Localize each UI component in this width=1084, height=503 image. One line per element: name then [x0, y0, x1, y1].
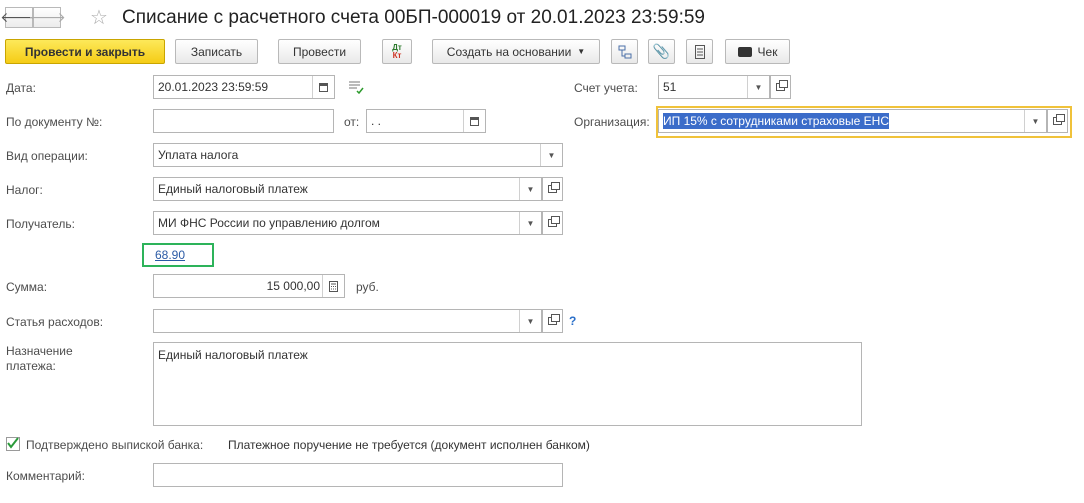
org-open-button[interactable] [1047, 109, 1068, 133]
dropdown-arrow-icon[interactable]: ▼ [540, 144, 562, 166]
doc-number-label: По документу №: [6, 115, 103, 129]
save-button[interactable]: Записать [175, 39, 258, 64]
list-button[interactable] [686, 39, 713, 64]
calculator-icon [329, 280, 338, 292]
list-icon [694, 44, 705, 59]
expense-label: Статья расходов: [6, 315, 104, 329]
account-label: Счет учета: [574, 81, 638, 95]
dropdown-arrow-icon[interactable]: ▼ [519, 310, 541, 332]
recipient-field[interactable]: МИ ФНС России по управлению долгом ▼ [153, 211, 542, 235]
structure-icon [618, 45, 631, 58]
sum-field[interactable]: 15 000,00 [153, 274, 345, 298]
account-open-button[interactable] [770, 75, 791, 99]
purpose-textarea[interactable]: Единый налоговый платеж [153, 342, 862, 426]
cash-register-icon [737, 46, 752, 57]
tax-label: Налог: [6, 183, 43, 197]
payment-order-note: Платежное поручение не требуется (докуме… [228, 438, 590, 452]
operation-field[interactable]: Уплата налога ▼ [153, 143, 563, 167]
dropdown-arrow-icon[interactable]: ▼ [1024, 110, 1046, 132]
confirmed-checkbox[interactable] [6, 437, 20, 451]
open-icon [1053, 114, 1065, 125]
calendar-icon [470, 116, 479, 126]
open-icon [548, 182, 560, 193]
purpose-label: Назначение платежа: [6, 344, 73, 373]
post-and-close-button[interactable]: Провести и закрыть [5, 39, 165, 64]
comment-field[interactable] [153, 463, 563, 487]
receipt-button[interactable]: Чек [725, 39, 790, 64]
currency-label: руб. [356, 280, 379, 294]
from-date-field[interactable]: . . [366, 109, 486, 133]
create-based-on-button[interactable]: Создать на основании ▼ [432, 39, 600, 64]
from-label: от: [344, 115, 360, 129]
calculator-button[interactable] [322, 275, 344, 297]
account-link[interactable]: 68.90 [155, 248, 185, 262]
org-value: ИП 15% с сотрудниками страховые ЕНС [663, 113, 889, 129]
forward-button[interactable]: 🡒 [28, 7, 66, 28]
calendar-button[interactable] [312, 76, 334, 98]
calendar-button[interactable] [463, 110, 485, 132]
account-field[interactable]: 51 ▼ [658, 75, 770, 99]
expense-open-button[interactable] [542, 309, 563, 333]
structure-button[interactable] [611, 39, 638, 64]
recipient-label: Получатель: [6, 217, 75, 231]
help-icon[interactable]: ? [569, 314, 576, 328]
open-icon [776, 80, 788, 91]
arrow-right-icon: 🡒 [28, 9, 66, 25]
date-label: Дата: [6, 81, 36, 95]
dt-kt-button[interactable]: Дт Кт [382, 39, 412, 64]
tax-open-button[interactable] [542, 177, 563, 201]
post-button[interactable]: Провести [278, 39, 361, 64]
paperclip-icon: 📎 [652, 43, 671, 59]
confirmed-label: Подтверждено выпиской банка: [26, 438, 204, 452]
operation-label: Вид операции: [6, 149, 88, 163]
recipient-open-button[interactable] [542, 211, 563, 235]
org-label: Организация: [574, 115, 650, 129]
date-field[interactable]: 20.01.2023 23:59:59 [153, 75, 335, 99]
dropdown-arrow-icon: ▼ [577, 47, 586, 56]
checkmark-icon [7, 437, 19, 449]
dropdown-arrow-icon[interactable]: ▼ [519, 212, 541, 234]
org-field[interactable]: ИП 15% с сотрудниками страховые ЕНС ▼ [658, 109, 1047, 133]
sum-label: Сумма: [6, 280, 48, 294]
tax-field[interactable]: Единый налоговый платеж ▼ [153, 177, 542, 201]
comment-edit-icon[interactable] [348, 80, 364, 97]
open-icon [548, 216, 560, 227]
comment-label: Комментарий: [6, 469, 85, 483]
attachments-button[interactable]: 📎 [648, 39, 675, 64]
dropdown-arrow-icon[interactable]: ▼ [519, 178, 541, 200]
star-icon[interactable]: ☆ [90, 5, 108, 30]
calendar-icon [319, 82, 328, 92]
doc-number-field[interactable] [153, 109, 334, 133]
window-title: Списание с расчетного счета 00БП-000019 … [122, 7, 705, 28]
expense-field[interactable]: ▼ [153, 309, 542, 333]
dropdown-arrow-icon[interactable]: ▼ [747, 76, 769, 98]
open-icon [548, 314, 560, 325]
